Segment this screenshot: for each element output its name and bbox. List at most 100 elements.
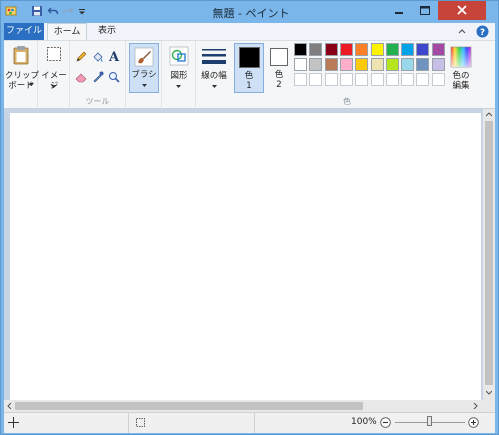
zoom-level: 100% xyxy=(351,417,377,427)
tab-file[interactable]: ファイル xyxy=(4,23,44,40)
zoom-in-icon[interactable] xyxy=(468,417,479,428)
undo-icon[interactable] xyxy=(47,5,59,17)
palette-swatch[interactable] xyxy=(370,43,384,56)
clipboard-dropdown-icon xyxy=(29,83,34,86)
tab-home[interactable]: ホーム xyxy=(47,23,87,40)
maximize-icon xyxy=(420,6,430,15)
color2-swatch xyxy=(270,48,288,66)
title-bar: 無題 - ペイント xyxy=(1,1,498,23)
shapes-button[interactable]: 図形 xyxy=(164,43,194,103)
line-width-button[interactable]: 線の幅 xyxy=(198,43,230,103)
palette-swatch[interactable] xyxy=(431,43,445,56)
palette-swatch[interactable] xyxy=(416,58,430,71)
colors-group-label: 色 xyxy=(343,97,351,106)
tools-group-label: ツール xyxy=(85,97,110,106)
scroll-down-icon[interactable] xyxy=(486,390,492,395)
palette-swatch[interactable] xyxy=(355,43,369,56)
vertical-scrollbar[interactable] xyxy=(483,109,495,400)
palette-swatch[interactable] xyxy=(339,43,353,56)
clipboard-icon xyxy=(13,46,29,65)
color-palette xyxy=(294,43,450,93)
line-width-icon xyxy=(202,49,226,64)
custom-color-slot[interactable] xyxy=(324,73,338,86)
colors-group: 色 1 色 2 色の 編集 色 xyxy=(232,41,476,109)
palette-swatch[interactable] xyxy=(309,58,323,71)
text-icon[interactable]: A xyxy=(108,50,120,63)
palette-swatch[interactable] xyxy=(416,43,430,56)
custom-color-slot[interactable] xyxy=(339,73,353,86)
custom-color-slot[interactable] xyxy=(294,73,307,86)
palette-swatch[interactable] xyxy=(309,43,323,56)
palette-swatch[interactable] xyxy=(324,58,338,71)
custom-color-slot[interactable] xyxy=(355,73,369,86)
canvas-area xyxy=(4,109,495,412)
status-divider xyxy=(254,413,255,433)
palette-swatch[interactable] xyxy=(370,58,384,71)
minimize-ribbon-icon[interactable] xyxy=(458,26,466,36)
palette-swatch[interactable] xyxy=(294,58,307,71)
image-button[interactable]: イメージ xyxy=(40,43,68,103)
palette-swatch[interactable] xyxy=(339,58,353,71)
minimize-icon xyxy=(395,12,403,14)
vertical-scroll-thumb[interactable] xyxy=(485,121,493,385)
scroll-up-icon[interactable] xyxy=(486,112,492,117)
svg-text:A: A xyxy=(108,50,120,63)
clipboard-label: クリップ ボード xyxy=(5,71,40,91)
edit-colors-icon xyxy=(450,46,472,68)
palette-swatch[interactable] xyxy=(431,58,445,71)
zoom-slider-thumb[interactable] xyxy=(427,416,432,426)
custom-color-slot[interactable] xyxy=(416,73,430,86)
horizontal-scrollbar[interactable] xyxy=(4,400,483,412)
palette-swatch[interactable] xyxy=(355,58,369,71)
brush-button[interactable]: ブラシ xyxy=(129,43,159,93)
custom-color-slot[interactable] xyxy=(309,73,323,86)
palette-swatch[interactable] xyxy=(385,43,399,56)
color-picker-icon[interactable] xyxy=(92,71,104,83)
edit-colors-label: 色の 編集 xyxy=(452,71,470,91)
close-icon xyxy=(457,5,467,15)
zoom-out-icon[interactable] xyxy=(380,417,391,428)
brush-label: ブラシ xyxy=(131,70,157,80)
palette-swatch[interactable] xyxy=(324,43,338,56)
palette-swatch[interactable] xyxy=(385,58,399,71)
custom-color-slot[interactable] xyxy=(385,73,399,86)
line-width-dropdown-icon xyxy=(212,85,217,88)
brush-dropdown-icon xyxy=(142,84,147,87)
palette-swatch[interactable] xyxy=(401,58,415,71)
scroll-right-icon[interactable] xyxy=(473,403,478,409)
redo-icon[interactable] xyxy=(62,5,74,17)
customize-quick-access-icon[interactable] xyxy=(76,5,88,17)
color2-button[interactable]: 色 2 xyxy=(266,43,294,93)
custom-color-slot[interactable] xyxy=(431,73,445,86)
paint-app-icon[interactable] xyxy=(5,5,17,17)
save-icon[interactable] xyxy=(31,5,43,17)
magnifier-icon[interactable] xyxy=(108,71,120,83)
eraser-icon[interactable] xyxy=(75,71,87,83)
brushes-group: ブラシ xyxy=(126,41,162,109)
palette-swatch[interactable] xyxy=(401,43,415,56)
color1-button[interactable]: 色 1 xyxy=(234,43,264,93)
help-icon[interactable]: ? xyxy=(476,25,489,38)
custom-color-slot[interactable] xyxy=(370,73,384,86)
fill-bucket-icon[interactable] xyxy=(91,51,105,63)
minimize-button[interactable] xyxy=(386,1,412,20)
scroll-left-icon[interactable] xyxy=(7,403,12,409)
ribbon-home: クリップ ボード イメージ A ツール ブラシ xyxy=(4,40,495,109)
drawing-canvas[interactable] xyxy=(10,113,481,403)
horizontal-scroll-thumb[interactable] xyxy=(15,402,363,410)
shapes-dropdown-icon xyxy=(176,85,181,88)
palette-swatch[interactable] xyxy=(294,43,307,56)
edit-colors-button[interactable]: 色の 編集 xyxy=(447,43,475,98)
image-dropdown-icon xyxy=(51,85,56,88)
custom-color-slot[interactable] xyxy=(401,73,415,86)
clipboard-button[interactable]: クリップ ボード xyxy=(5,43,40,103)
maximize-button[interactable] xyxy=(412,1,438,20)
pencil-icon[interactable] xyxy=(75,51,87,63)
tab-view[interactable]: 表示 xyxy=(90,23,124,40)
close-button[interactable] xyxy=(438,1,486,20)
shapes-icon xyxy=(169,46,189,66)
status-divider xyxy=(128,413,129,433)
window-title: 無題 - ペイント xyxy=(212,7,290,20)
color1-label: 色 1 xyxy=(244,71,254,91)
ribbon-tab-bar: ファイル ホーム 表示 ? xyxy=(4,23,495,40)
